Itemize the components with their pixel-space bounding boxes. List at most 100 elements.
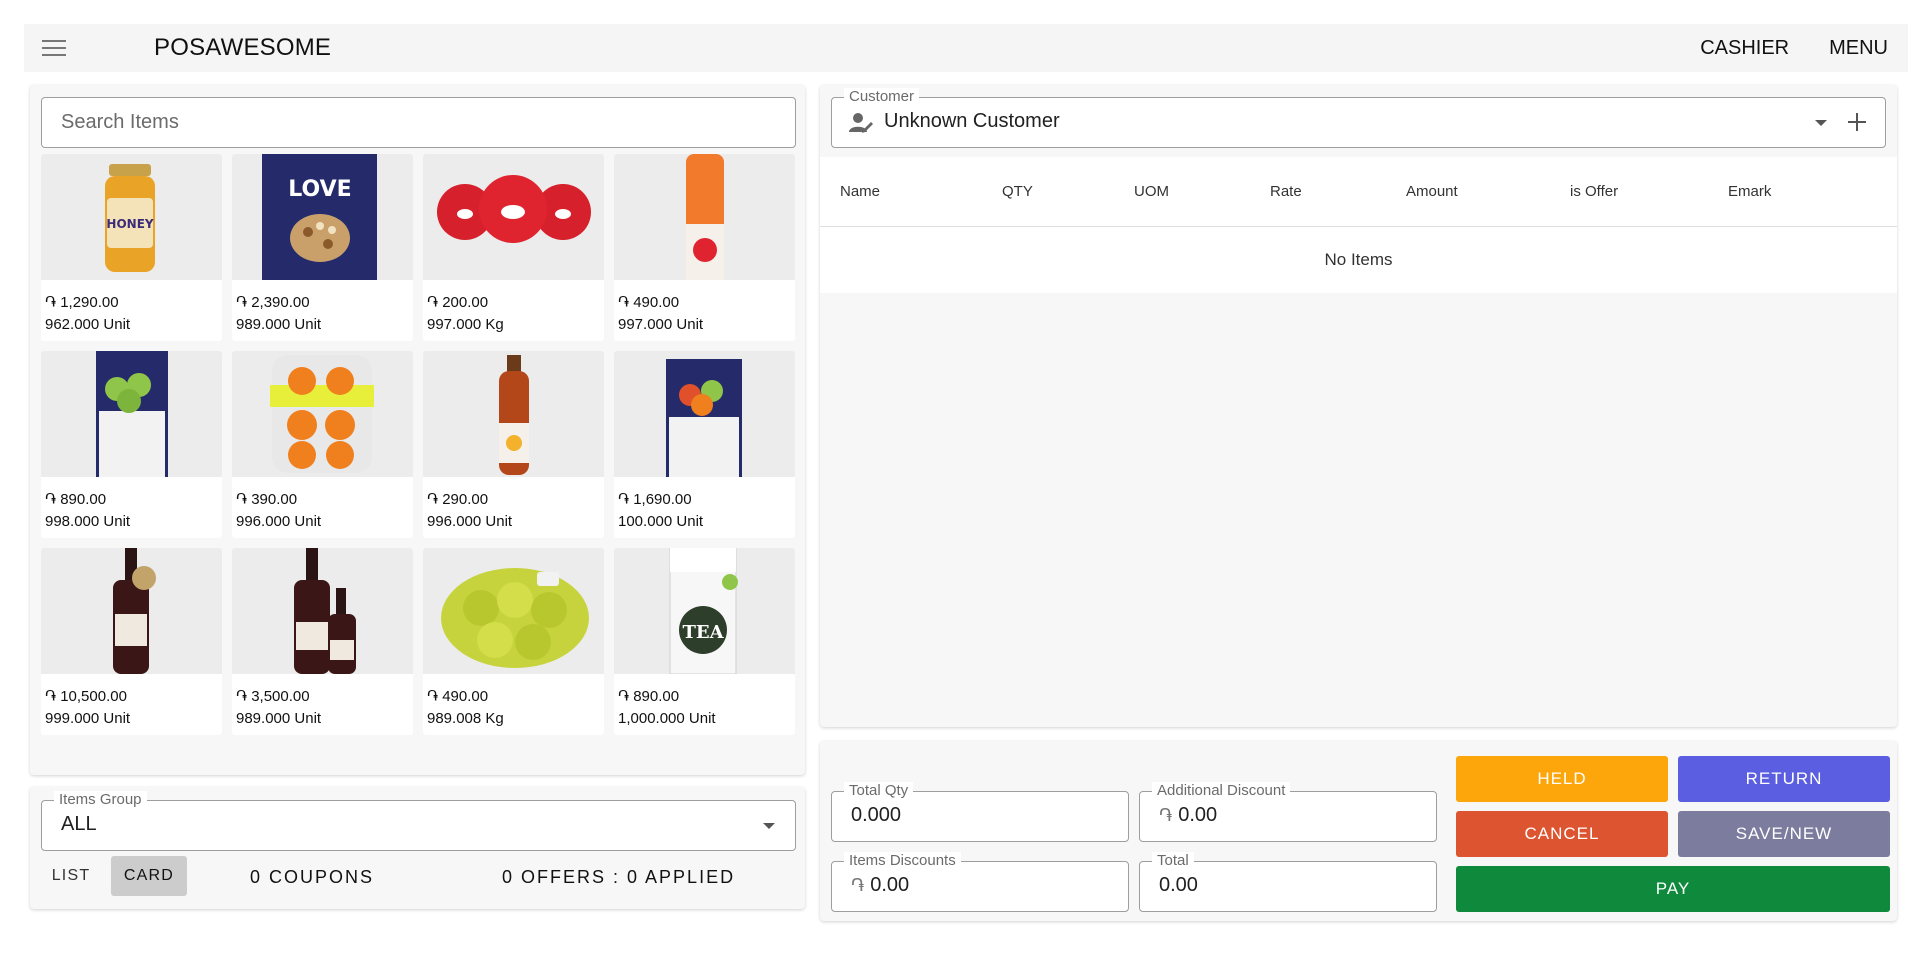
- items-filter-panel: Items Group ALL LIST CARD 0 COUPONS 0 OF…: [30, 787, 805, 909]
- item-card[interactable]: HONEY ֏ 1,290.00 962.000 Unit: [41, 154, 222, 341]
- chevron-down-icon: [763, 823, 775, 829]
- add-customer-icon[interactable]: [1847, 112, 1867, 137]
- item-price: ֏ 1,290.00: [45, 294, 119, 311]
- item-price: ֏ 490.00: [427, 688, 489, 705]
- items-grid: HONEY ֏ 1,290.00 962.000 Unit LOVE ֏ 2,3…: [41, 154, 801, 735]
- item-card[interactable]: ֏ 490.00 989.008 Kg: [423, 548, 604, 735]
- total-qty-field: Total Qty 0.000: [831, 782, 1129, 842]
- item-card[interactable]: ֏ 290.00 996.000 Unit: [423, 351, 604, 538]
- items-group-value: ALL: [61, 813, 97, 835]
- item-card[interactable]: ֏ 490.00 997.000 Unit: [614, 154, 795, 341]
- additional-discount-value: ֏ 0.00: [1159, 804, 1218, 826]
- customer-value: Unknown Customer: [884, 110, 1060, 132]
- save-new-button[interactable]: SAVE/NEW: [1678, 811, 1890, 857]
- item-stock: 998.000 Unit: [45, 513, 131, 530]
- items-discounts-field: Items Discounts ֏ 0.00: [831, 852, 1129, 912]
- item-stock: 999.000 Unit: [45, 710, 131, 727]
- coupons-count[interactable]: 0 COUPONS: [250, 867, 374, 888]
- item-price: ֏ 390.00: [236, 491, 298, 508]
- held-button[interactable]: HELD: [1456, 756, 1668, 802]
- item-stock: 1,000.000 Unit: [618, 710, 716, 727]
- column-header-name[interactable]: Name: [840, 183, 880, 200]
- app-title: POSAWESOME: [154, 34, 332, 61]
- item-image-nuts-bag: LOVE: [232, 154, 413, 280]
- total-label: Total: [1152, 852, 1194, 870]
- items-panel: Search Items HONEY ֏ 1,290.00 962.000 Un…: [30, 85, 805, 775]
- item-card[interactable]: LOVE ֏ 2,390.00 989.000 Unit: [232, 154, 413, 341]
- card-view-toggle[interactable]: CARD: [111, 856, 187, 896]
- items-group-select[interactable]: Items Group ALL: [41, 791, 796, 851]
- cashier-button[interactable]: CASHIER: [1680, 24, 1809, 72]
- item-stock: 996.000 Unit: [427, 513, 513, 530]
- item-stock: 989.000 Unit: [236, 316, 322, 333]
- item-stock: 996.000 Unit: [236, 513, 322, 530]
- item-price: ֏ 3,500.00: [236, 688, 310, 705]
- totals-panel: Total Qty 0.000 Additional Discount ֏ 0.0…: [820, 741, 1897, 921]
- item-stock: 997.000 Kg: [427, 316, 504, 333]
- total-value: 0.00: [1159, 874, 1198, 896]
- item-price: ֏ 890.00: [618, 688, 680, 705]
- menu-button[interactable]: MENU: [1809, 24, 1908, 72]
- svg-text:LOVE: LOVE: [288, 177, 351, 202]
- app-bar: POSAWESOME CASHIER MENU: [24, 24, 1908, 72]
- item-image-juice-bottle: [614, 154, 795, 280]
- item-price: ֏ 1,690.00: [618, 491, 692, 508]
- items-discounts-value: ֏ 0.00: [851, 874, 910, 896]
- customer-edit-icon: [849, 112, 873, 139]
- item-image-honey: HONEY: [41, 154, 222, 280]
- customer-label: Customer: [844, 88, 920, 106]
- invoice-table-header: Name QTY UOM Rate Amount is Offer Emark: [820, 157, 1897, 227]
- item-stock: 997.000 Unit: [618, 316, 704, 333]
- column-header-qty[interactable]: QTY: [1002, 183, 1033, 200]
- item-image-wine-bottles: [232, 548, 413, 674]
- empty-table-message: No Items: [820, 227, 1897, 293]
- item-image-fruit-net: [423, 548, 604, 674]
- item-image-apples: [423, 154, 604, 280]
- additional-discount-field[interactable]: Additional Discount ֏ 0.00: [1139, 782, 1437, 842]
- svg-text:HONEY: HONEY: [106, 217, 153, 231]
- list-view-toggle[interactable]: LIST: [41, 856, 101, 896]
- item-image-juice-bottle-2: [423, 351, 604, 477]
- item-card[interactable]: ֏ 200.00 997.000 Kg: [423, 154, 604, 341]
- item-card[interactable]: ֏ 390.00 996.000 Unit: [232, 351, 413, 538]
- offers-count[interactable]: 0 OFFERS : 0 APPLIED: [502, 867, 735, 888]
- item-image-wine-bottle: [41, 548, 222, 674]
- additional-discount-label: Additional Discount: [1152, 782, 1291, 800]
- item-image-tea-box: TEA: [614, 548, 795, 674]
- chevron-down-icon[interactable]: [1815, 120, 1827, 126]
- items-group-label: Items Group: [54, 791, 147, 809]
- pay-button[interactable]: PAY: [1456, 866, 1890, 912]
- column-header-is-offer[interactable]: is Offer: [1570, 183, 1618, 200]
- item-price: ֏ 2,390.00: [236, 294, 310, 311]
- column-header-amount[interactable]: Amount: [1406, 183, 1458, 200]
- item-price: ֏ 890.00: [45, 491, 107, 508]
- total-qty-value: 0.000: [851, 804, 902, 826]
- item-stock: 962.000 Unit: [45, 316, 131, 333]
- column-header-emark[interactable]: Emark: [1728, 183, 1771, 200]
- item-image-green-apples-bag: [41, 351, 222, 477]
- cancel-button[interactable]: CANCEL: [1456, 811, 1668, 857]
- total-field: Total 0.00: [1139, 852, 1437, 912]
- item-image-fruit-bag: [614, 351, 795, 477]
- column-header-uom[interactable]: UOM: [1134, 183, 1169, 200]
- item-image-oranges: [232, 351, 413, 477]
- column-header-rate[interactable]: Rate: [1270, 183, 1302, 200]
- item-stock: 989.008 Kg: [427, 710, 504, 727]
- item-card[interactable]: ֏ 1,690.00 100.000 Unit: [614, 351, 795, 538]
- item-card[interactable]: TEA ֏ 890.00 1,000.000 Unit: [614, 548, 795, 735]
- customer-select[interactable]: Customer Unknown Customer: [831, 88, 1886, 148]
- item-price: ֏ 290.00: [427, 491, 489, 508]
- hamburger-menu-icon[interactable]: [24, 24, 84, 72]
- item-price: ֏ 490.00: [618, 294, 680, 311]
- total-qty-label: Total Qty: [844, 782, 914, 800]
- item-price: ֏ 200.00: [427, 294, 489, 311]
- return-button[interactable]: RETURN: [1678, 756, 1890, 802]
- svg-text:TEA: TEA: [682, 622, 724, 643]
- item-card[interactable]: ֏ 890.00 998.000 Unit: [41, 351, 222, 538]
- item-card[interactable]: ֏ 3,500.00 989.000 Unit: [232, 548, 413, 735]
- item-price: ֏ 10,500.00: [45, 688, 127, 705]
- item-card[interactable]: ֏ 10,500.00 999.000 Unit: [41, 548, 222, 735]
- invoice-panel: Customer Unknown Customer Name QTY UOM R…: [820, 85, 1897, 727]
- item-stock: 989.000 Unit: [236, 710, 322, 727]
- search-input[interactable]: Search Items: [41, 97, 796, 148]
